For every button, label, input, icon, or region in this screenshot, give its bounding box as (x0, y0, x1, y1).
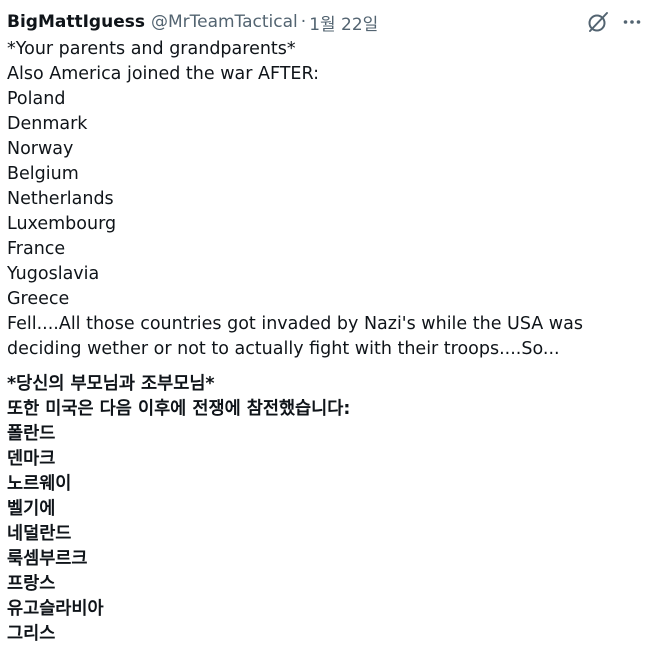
translation-line: 그리스 (7, 624, 56, 644)
translation-line: 네덜란드 (7, 524, 72, 544)
translation-line: 프랑스 (7, 574, 56, 594)
header-actions (586, 9, 642, 35)
tweet-header: BigMattIguess @MrTeamTactical · 1월 22일 (7, 9, 642, 35)
translation-text: *당신의 부모님과 조부모님* 또한 미국은 다음 이후에 전쟁에 참전했습니다… (7, 372, 647, 647)
tweet-text-line: *Your parents and grandparents* (7, 39, 296, 59)
grok-icon[interactable] (586, 10, 610, 34)
tweet-text-line: Also America joined the war AFTER: (7, 64, 320, 84)
author-handle[interactable]: @MrTeamTactical (151, 12, 298, 32)
tweet-text-line: Netherlands (7, 189, 114, 209)
translation-line: 유고슬라비아 (7, 599, 104, 619)
tweet-text-line: Poland (7, 89, 66, 109)
translation-line: 벨기에 (7, 499, 56, 519)
translation-line: 또한 미국은 다음 이후에 전쟁에 참전했습니다: (7, 399, 351, 419)
tweet-text: *Your parents and grandparents* Also Ame… (7, 37, 647, 362)
translation-line: 폴란드 (7, 424, 56, 444)
translation-line: *당신의 부모님과 조부모님* (7, 374, 215, 394)
tweet-text-line: Belgium (7, 164, 79, 184)
tweet-date[interactable]: 1월 22일 (309, 10, 378, 35)
tweet-text-line: France (7, 239, 66, 259)
tweet-text-line: Denmark (7, 114, 88, 134)
translation-line: 노르웨이 (7, 474, 72, 494)
translation-line: 룩셈부르크 (7, 549, 88, 569)
translation-line: 덴마크 (7, 449, 56, 469)
more-icon[interactable] (622, 12, 642, 32)
meta-separator: · (300, 12, 307, 32)
author-display-name[interactable]: BigMattIguess (7, 12, 145, 32)
tweet-text-line: Yugoslavia (7, 264, 100, 284)
tweet-text-closing: Fell....All those countries got invaded … (7, 314, 583, 359)
tweet-text-line: Norway (7, 139, 74, 159)
tweet-text-line: Luxembourg (7, 214, 117, 234)
tweet-text-line: Greece (7, 289, 70, 309)
